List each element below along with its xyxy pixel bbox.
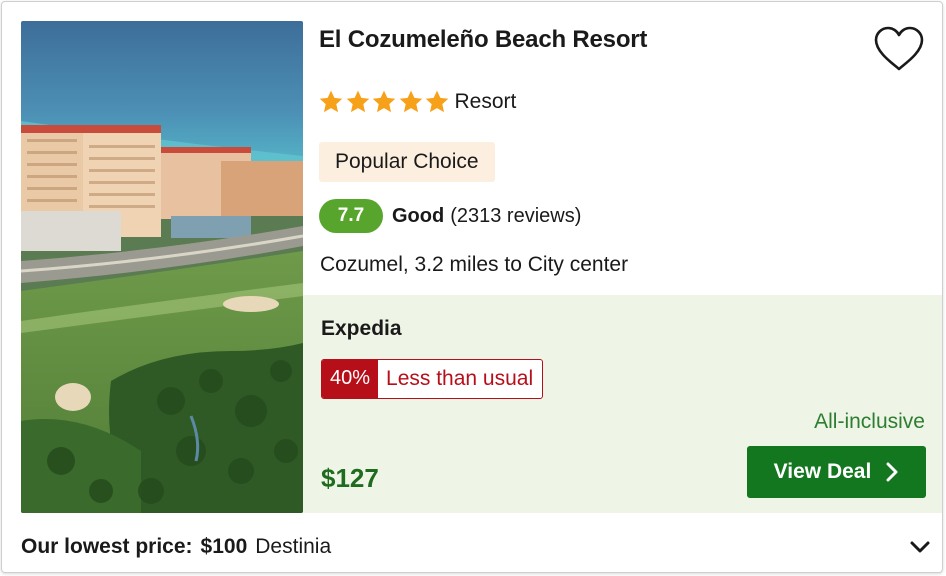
view-deal-label: View Deal [773,460,872,483]
star-icon [372,90,396,113]
review-score: 7.7 [319,199,383,233]
review-score-word: Good [392,204,445,227]
lowest-price-provider: Destinia [255,535,332,558]
star-icon [346,90,369,113]
deal-provider: Expedia [321,317,402,340]
star-rating: Resort [318,88,516,116]
review-count: (2313 reviews) [450,204,582,227]
deal-panel[interactable]: Expedia 40% Less than usual All-inclusiv… [303,295,942,513]
review-summary[interactable]: 7.7 Good (2313 reviews) [319,199,581,233]
hotel-photo[interactable] [21,21,303,513]
deal-price: $127 [321,463,379,493]
meal-plan: All-inclusive [814,410,925,433]
lowest-price-label: Our lowest price: [21,535,193,558]
discount-label: Less than usual [386,367,534,390]
chevron-right-icon [886,462,898,482]
property-type: Resort [454,90,517,113]
chevron-down-icon[interactable] [909,536,931,558]
view-deal-button[interactable]: View Deal [747,446,926,498]
star-icon [319,90,343,113]
popular-choice-badge: Popular Choice [319,142,495,182]
star-icon [399,90,422,113]
star-icon [425,90,449,113]
lowest-price-row[interactable]: Our lowest price: $100 Destinia [21,531,931,563]
hotel-location: Cozumel, 3.2 miles to City center [320,253,629,276]
discount-badge: 40% Less than usual [321,359,544,399]
heart-outline-icon[interactable] [873,26,925,72]
discount-percent: 40% [322,360,379,398]
hotel-name[interactable]: El Cozumeleño Beach Resort [319,26,647,54]
hotel-result-card[interactable]: El Cozumeleño Beach Resort Resort Popula… [1,1,943,573]
lowest-price-value: $100 [200,535,248,558]
